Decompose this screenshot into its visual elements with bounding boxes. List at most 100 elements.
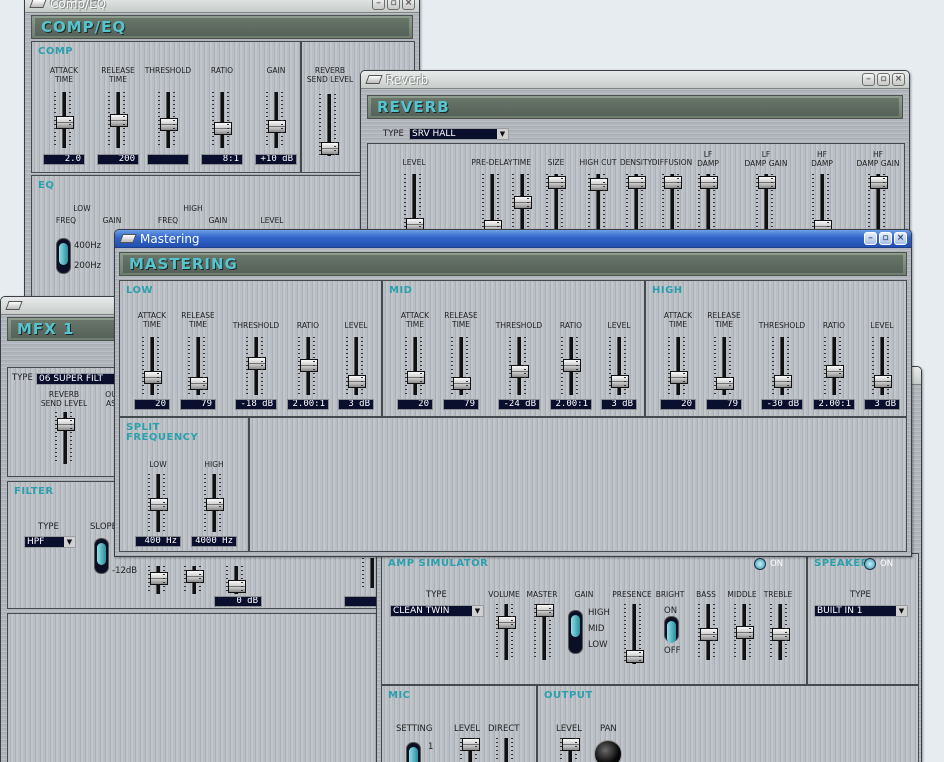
reverb-send-fader[interactable]: [321, 142, 339, 155]
mfx-reverb-send-fader[interactable]: [57, 418, 75, 431]
band-label: LOW: [126, 285, 154, 296]
reverb-panel: LEVEL PRE-DELAY TIME SIZE HIGH CUT DENSITY DIF…: [367, 143, 905, 231]
eq-high-group: HIGH: [183, 204, 203, 213]
presence-fader[interactable]: [626, 650, 644, 663]
close-icon[interactable]: ×: [894, 232, 907, 245]
band-0-ctrl-0-fader[interactable]: [144, 371, 162, 384]
band-0-ctrl-1-fader[interactable]: [190, 377, 208, 390]
reverb-8-track: [756, 174, 776, 231]
band-2-ctrl-3-fader[interactable]: [826, 365, 844, 378]
band-1-ctrl-2-fader[interactable]: [511, 365, 529, 378]
filter-fader-2[interactable]: [186, 570, 204, 583]
reverb-titlebar[interactable]: Reverb – ▫ ×: [361, 71, 909, 89]
maximize-icon[interactable]: ▫: [879, 232, 892, 245]
filter-fader-3[interactable]: [228, 580, 246, 593]
comp-0-fader[interactable]: [56, 116, 74, 129]
band-2-ctrl-0-fader[interactable]: [670, 371, 688, 384]
close-icon[interactable]: ×: [402, 0, 415, 10]
reverb-1-track: [482, 174, 502, 231]
bass-fader[interactable]: [700, 628, 718, 641]
amp-type-select[interactable]: CLEAN TWIN ▼: [390, 605, 484, 617]
split-0-fader[interactable]: [150, 498, 168, 511]
master-track: [534, 604, 554, 660]
presence-caption: PRESENCE: [612, 590, 652, 599]
speaker-on-icon: [864, 558, 876, 570]
middle-fader[interactable]: [736, 626, 754, 639]
filter-track-1: [148, 566, 168, 594]
band-1-ctrl-3-track: [561, 337, 581, 395]
split-0-value: 400 Hz: [135, 536, 181, 547]
comp-3-fader[interactable]: [214, 122, 232, 135]
band-2-ctrl-1-fader[interactable]: [716, 377, 734, 390]
setting-switch[interactable]: [406, 742, 421, 762]
eq-low-freq-toggle[interactable]: [56, 238, 71, 274]
eq-label: EQ: [38, 180, 55, 191]
band-0-ctrl-4-fader[interactable]: [348, 375, 366, 388]
gain-switch[interactable]: [568, 610, 583, 654]
reverb-5-fader[interactable]: [628, 176, 646, 189]
amp-on-switch[interactable]: ON: [754, 558, 783, 570]
minimize-icon[interactable]: –: [864, 232, 877, 245]
comp-0-track: [54, 92, 74, 148]
band-1-ctrl-1-fader[interactable]: [453, 377, 471, 390]
band-1-ctrl-4-fader[interactable]: [611, 375, 629, 388]
band-1-ctrl-0-caption: ATTACK TIME: [400, 311, 430, 329]
band-2-ctrl-4-fader[interactable]: [874, 375, 892, 388]
band-1-ctrl-0-fader[interactable]: [407, 371, 425, 384]
split-1-fader[interactable]: [206, 498, 224, 511]
reverb-3-caption: SIZE: [547, 158, 565, 167]
comp-eq-titlebar[interactable]: Comp/EQ – ▫ ×: [25, 0, 419, 13]
master-fader[interactable]: [536, 604, 554, 617]
reverb-8-caption: LF DAMP GAIN: [744, 150, 788, 168]
volume-fader[interactable]: [498, 616, 516, 629]
filter-type-select[interactable]: HPF ▼: [24, 536, 76, 548]
comp-1-value: 200: [97, 154, 139, 165]
reverb-8-fader[interactable]: [758, 176, 776, 189]
comp-1-fader[interactable]: [110, 114, 128, 127]
output-level-fader[interactable]: [562, 738, 580, 751]
reverb-10-fader[interactable]: [870, 176, 888, 189]
band-2-ctrl-2-caption: THRESHOLD: [758, 321, 806, 330]
close-icon[interactable]: ×: [892, 73, 905, 86]
comp-2-caption: THRESHOLD: [144, 66, 192, 75]
minimize-icon[interactable]: –: [372, 0, 385, 10]
bright-off-label: OFF: [664, 646, 681, 656]
band-label: MID: [389, 285, 413, 296]
band-0-ctrl-2-fader[interactable]: [248, 357, 266, 370]
band-0-ctrl-0-value: 20: [134, 399, 170, 410]
band-2-ctrl-2-fader[interactable]: [774, 375, 792, 388]
reverb-3-track: [546, 174, 566, 231]
band-1-ctrl-3-fader[interactable]: [563, 359, 581, 372]
filter-track-4: [362, 558, 379, 588]
speaker-on-switch[interactable]: ON: [864, 558, 893, 570]
maximize-icon[interactable]: ▫: [387, 0, 400, 10]
reverb-2-fader[interactable]: [514, 196, 532, 209]
reverb-7-fader[interactable]: [700, 176, 718, 189]
mastering-titlebar[interactable]: Mastering – ▫ ×: [115, 230, 911, 248]
gain-mid-label: MID: [588, 624, 605, 634]
reverb-4-fader[interactable]: [590, 178, 608, 191]
treble-fader[interactable]: [772, 628, 790, 641]
speaker-type-select[interactable]: BUILT IN 1 ▼: [814, 605, 908, 617]
direct-track: [496, 738, 513, 762]
comp-4-fader[interactable]: [268, 120, 286, 133]
bright-switch[interactable]: [664, 616, 679, 643]
minimize-icon[interactable]: –: [862, 73, 875, 86]
comp-2-fader[interactable]: [160, 118, 178, 131]
slope-toggle[interactable]: [94, 538, 109, 574]
band-1-ctrl-0-track: [405, 337, 425, 395]
band-0-ctrl-3-fader[interactable]: [300, 359, 318, 372]
pan-knob[interactable]: [594, 740, 622, 762]
reverb-2-track: [512, 174, 532, 231]
filter-fader-1[interactable]: [150, 572, 168, 585]
comp-4-caption: GAIN: [266, 66, 286, 75]
reverb-type-select[interactable]: SRV HALL ▼: [409, 128, 509, 140]
band-panel-high: HIGH ATTACK TIME 20 RELEASE TIME 79 THRESHOLD…: [645, 280, 907, 417]
band-1-ctrl-2-value: -24 dB: [498, 399, 540, 410]
mfx-type-select[interactable]: 06 SUPER FILT: [36, 373, 118, 385]
reverb-0-track: [404, 174, 424, 231]
reverb-3-fader[interactable]: [548, 176, 566, 189]
maximize-icon[interactable]: ▫: [877, 73, 890, 86]
mic-level-fader[interactable]: [462, 738, 480, 751]
reverb-6-fader[interactable]: [664, 176, 682, 189]
